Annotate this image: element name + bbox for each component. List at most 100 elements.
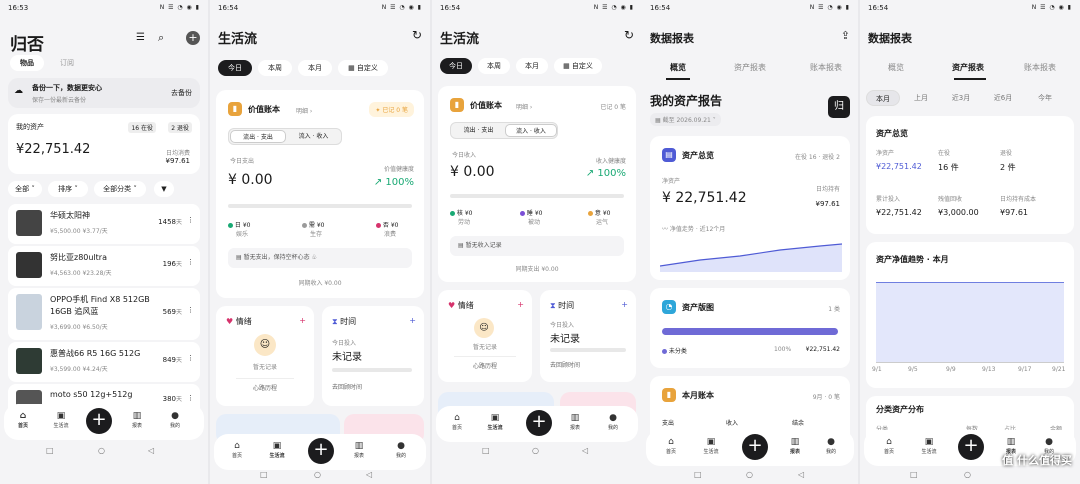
back-icon[interactable]: ◁ — [148, 446, 154, 455]
recents-icon[interactable]: □ — [910, 470, 918, 479]
add-mood-icon[interactable]: + — [517, 300, 524, 309]
nav-reports[interactable]: ▥ 报表 — [122, 410, 152, 429]
toggle-expense[interactable]: 流出 · 支出 — [452, 124, 505, 137]
nav-me[interactable]: ● 我的 — [160, 410, 190, 429]
nav-me[interactable]: ● 我的 — [598, 412, 628, 431]
time-card[interactable]: ⧗ 时间 + 今日投入 未记录 去回顾时间 — [322, 306, 424, 406]
period-this-year[interactable]: 今年 — [1030, 90, 1060, 106]
tab-asset-report[interactable]: 资产报表 — [952, 62, 984, 73]
period-last-month[interactable]: 上月 — [906, 90, 936, 106]
tab-subscriptions[interactable]: 订阅 — [50, 55, 84, 71]
tab-overview[interactable]: 概览 — [888, 62, 904, 73]
nav-home[interactable]: ⌂ 首页 — [222, 440, 252, 459]
more-icon[interactable]: ⋮ — [187, 394, 194, 402]
nav-me[interactable]: ● 我的 — [816, 436, 846, 455]
home-circle-icon[interactable]: ○ — [964, 470, 971, 479]
filter-all[interactable]: 全部 ˅ — [8, 181, 42, 197]
tab-overview[interactable]: 概览 — [670, 62, 686, 73]
home-circle-icon[interactable]: ○ — [532, 446, 539, 455]
mood-card[interactable]: ♥ 情绪 + ☺ 暂无记录 心路历程 — [216, 306, 314, 406]
backup-link[interactable]: 去备份 — [171, 88, 192, 98]
time-review-link[interactable]: 去回顾时间 — [550, 360, 580, 369]
home-circle-icon[interactable]: ○ — [746, 470, 753, 479]
add-fab[interactable]: + — [308, 438, 334, 464]
recents-icon[interactable]: □ — [260, 470, 268, 479]
period-today[interactable]: 今日 — [440, 58, 472, 74]
nav-reports[interactable]: ▥ 报表 — [560, 412, 590, 431]
nav-lifestream[interactable]: ▣ 生活流 — [914, 436, 944, 455]
add-fab[interactable]: + — [86, 408, 112, 434]
add-mood-icon[interactable]: + — [299, 316, 306, 325]
share-icon[interactable]: ⇪ — [841, 29, 850, 42]
period-today[interactable]: 今日 — [218, 60, 252, 76]
more-icon[interactable]: ⋮ — [187, 216, 194, 224]
flow-toggle[interactable]: 流出 · 支出 流入 · 收入 — [228, 128, 342, 145]
tab-items[interactable]: 物品 — [10, 55, 44, 71]
nav-home[interactable]: ⌂ 首页 — [442, 412, 472, 431]
filter-category[interactable]: 全部分类 ˅ — [94, 181, 146, 197]
assets-card[interactable]: 我的资产 16 在役 2 退役 ¥22,751.42 日均消费 ¥97.61 — [8, 114, 200, 174]
more-icon[interactable]: ⋮ — [187, 258, 194, 266]
add-time-icon[interactable]: + — [409, 316, 416, 325]
period-week[interactable]: 本周 — [258, 60, 292, 76]
mood-history-link[interactable]: 心路历程 — [454, 356, 516, 370]
add-fab[interactable]: + — [742, 434, 768, 460]
refresh-icon[interactable]: ↻ — [624, 28, 634, 42]
ledger-card[interactable]: ▮ 价值账本 明细 › ✦ 已记 0 笔 流出 · 支出 流入 · 收入 今日支… — [216, 90, 424, 298]
nav-lifestream[interactable]: ▣ 生活流 — [480, 412, 510, 431]
back-icon[interactable]: ◁ — [582, 446, 588, 455]
nav-home[interactable]: ⌂ 首页 — [656, 436, 686, 455]
time-card[interactable]: ⧗ 时间 + 今日投入 未记录 去回顾时间 — [540, 290, 636, 382]
tab-ledger-report[interactable]: 账本报表 — [810, 62, 842, 73]
report-date[interactable]: ▦ 截至 2026.09.21 ˅ — [650, 113, 721, 126]
nav-lifestream[interactable]: ▣ 生活流 — [696, 436, 726, 455]
period-custom[interactable]: ▦ 自定义 — [338, 60, 388, 76]
add-time-icon[interactable]: + — [621, 300, 628, 309]
add-fab[interactable]: + — [958, 434, 984, 460]
period-this-month[interactable]: 本月 — [866, 90, 900, 106]
toggle-expense[interactable]: 流出 · 支出 — [230, 130, 286, 143]
period-custom[interactable]: ▦ 自定义 — [554, 58, 602, 74]
period-month[interactable]: 本月 — [516, 58, 548, 74]
time-review-link[interactable]: 去回顾时间 — [332, 382, 362, 391]
ledger-detail-link[interactable]: 明细 › — [296, 106, 312, 115]
home-circle-icon[interactable]: ○ — [314, 470, 321, 479]
back-icon[interactable]: ◁ — [798, 470, 804, 479]
asset-overview-card[interactable]: 资产总览 净资产 ¥22,751.42 在役 16 件 退役 2 件 累计投入 … — [866, 116, 1074, 234]
nav-reports[interactable]: ▥ 报表 — [344, 440, 374, 459]
nav-home[interactable]: ⌂ 首页 — [874, 436, 904, 455]
toggle-income[interactable]: 流入 · 收入 — [286, 130, 341, 143]
tab-asset-report[interactable]: 资产报表 — [734, 62, 766, 73]
home-circle-icon[interactable]: ○ — [98, 446, 105, 455]
list-item[interactable]: 惠普战66 R5 16G 512G ¥3,599.00 ¥4.24/天 849天… — [8, 342, 200, 382]
period-week[interactable]: 本周 — [478, 58, 510, 74]
refresh-icon[interactable]: ↻ — [412, 28, 422, 42]
nav-me[interactable]: ● 我的 — [386, 440, 416, 459]
toggle-income[interactable]: 流入 · 收入 — [505, 124, 557, 137]
ledger-card[interactable]: ▮ 价值账本 明细 › 已记 0 笔 流出 · 支出 流入 · 收入 今日收入 … — [438, 86, 636, 282]
recents-icon[interactable]: □ — [46, 446, 54, 455]
back-icon[interactable]: ◁ — [366, 470, 372, 479]
add-icon[interactable]: + — [186, 31, 200, 45]
filter-sort[interactable]: 排序 ˅ — [48, 181, 88, 197]
period-3-months[interactable]: 近3月 — [946, 90, 976, 106]
list-item[interactable]: OPPO手机 Find X8 512GB 16GB 追风蓝 ¥3,699.00 … — [8, 288, 200, 340]
more-icon[interactable]: ⋮ — [187, 306, 194, 314]
recents-icon[interactable]: □ — [694, 470, 702, 479]
nav-home[interactable]: ⌂ 首页 — [8, 410, 38, 429]
period-month[interactable]: 本月 — [298, 60, 332, 76]
nav-lifestream[interactable]: ▣ 生活流 — [46, 410, 76, 429]
list-item[interactable]: 华硕太阳神 ¥5,500.00 ¥3.77/天 1458天 ⋮ — [8, 204, 200, 244]
trend-card[interactable]: 资产净值趋势 · 本月 9/1 9/5 9/9 9/13 9/17 9/21 — [866, 242, 1074, 388]
ledger-detail-link[interactable]: 明细 › — [516, 102, 532, 111]
recents-icon[interactable]: □ — [482, 446, 490, 455]
add-fab[interactable]: + — [526, 410, 552, 436]
mood-card[interactable]: ♥ 情绪 + ☺ 暂无记录 心路历程 — [438, 290, 532, 382]
more-icon[interactable]: ⋮ — [187, 354, 194, 362]
asset-map-card[interactable]: ◔ 资产版图 1 类 未分类 100% ¥22,751.42 — [650, 288, 850, 368]
search-icon[interactable]: ⌕ — [158, 31, 164, 45]
mood-history-link[interactable]: 心路历程 — [236, 378, 294, 392]
tab-ledger-report[interactable]: 账本报表 — [1024, 62, 1056, 73]
nav-lifestream[interactable]: ▣ 生活流 — [262, 440, 292, 459]
asset-overview-card[interactable]: ▤ 资产总览 在役 16 · 退役 2 净资产 ¥ 22,751.42 日均持有… — [650, 136, 850, 280]
